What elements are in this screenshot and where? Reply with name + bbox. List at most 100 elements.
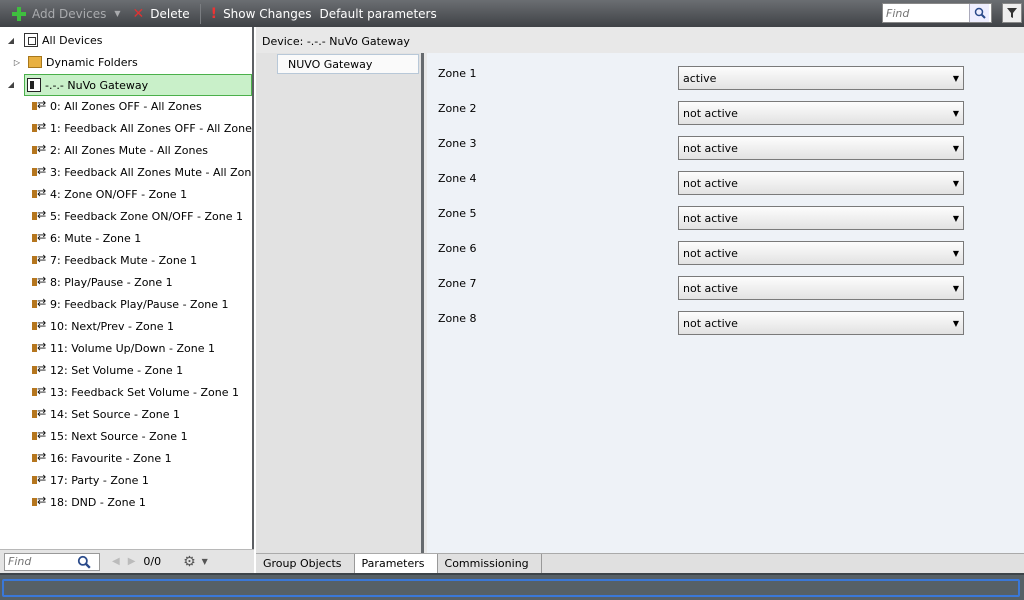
expand-icon[interactable]: ◢	[6, 35, 16, 45]
zone-label: Zone 8	[438, 312, 477, 325]
tree-label: 9: Feedback Play/Pause - Zone 1	[50, 297, 229, 311]
search-icon[interactable]	[77, 555, 91, 569]
tree-item-group-object[interactable]: ⇄ 14: Set Source - Zone 1	[32, 404, 180, 424]
chevron-down-icon: ▼	[952, 74, 959, 83]
chevron-down-icon[interactable]: ▼	[114, 9, 120, 18]
zone-label: Zone 2	[438, 102, 477, 115]
add-devices-button[interactable]: Add Devices ▼	[6, 0, 127, 27]
tree-label: 2: All Zones Mute - All Zones	[50, 143, 208, 157]
default-parameters-label: Default parameters	[319, 6, 437, 21]
tree-item-group-object[interactable]: ⇄ 15: Next Source - Zone 1	[32, 426, 188, 446]
parameter-list: Zone 1 active ▼ Zone 2 not active ▼ Zone 3 not …	[427, 53, 1024, 553]
toolbar-search-input[interactable]	[883, 4, 969, 22]
parameter-pages: NUVO Gateway	[256, 53, 424, 553]
delete-icon: ✕	[132, 5, 145, 22]
tree-item-group-object[interactable]: ⇄ 12: Set Volume - Zone 1	[32, 360, 183, 380]
chevron-down-icon: ▼	[952, 214, 959, 223]
tree-label: 8: Play/Pause - Zone 1	[50, 275, 173, 289]
expand-icon[interactable]: ◢	[6, 79, 16, 89]
tree-label: 13: Feedback Set Volume - Zone 1	[50, 385, 240, 399]
tree-item-group-object[interactable]: ⇄ 16: Favourite - Zone 1	[32, 448, 172, 468]
default-parameters-button[interactable]: Default parameters	[317, 0, 442, 27]
tree-item-group-object[interactable]: ⇄ 4: Zone ON/OFF - Zone 1	[32, 184, 187, 204]
tree-footer: ◀ ▶ 0/0 ⚙ ▼	[0, 549, 254, 573]
filter-icon[interactable]	[1002, 3, 1022, 23]
zone-2-select[interactable]: not active ▼	[678, 101, 964, 125]
add-devices-label: Add Devices	[32, 6, 107, 21]
delete-button[interactable]: ✕ Delete	[127, 0, 196, 27]
group-object-icon: ⇄	[32, 208, 48, 223]
tree-label: 1: Feedback All Zones OFF - All Zones	[50, 121, 254, 135]
tree-item-all-devices[interactable]: ◢ All Devices	[6, 30, 102, 50]
tree-label: -.-.- NuVo Gateway	[45, 78, 149, 92]
exclamation-icon: !	[210, 5, 218, 22]
chevron-down-icon: ▼	[952, 284, 959, 293]
tree-item-group-object[interactable]: ⇄ 11: Volume Up/Down - Zone 1	[32, 338, 215, 358]
tree-item-dynamic-folders[interactable]: ▷ Dynamic Folders	[12, 52, 138, 72]
tree-label: 3: Feedback All Zones Mute - All Zones	[50, 165, 254, 179]
group-object-icon: ⇄	[32, 340, 48, 355]
zone-label: Zone 1	[438, 67, 477, 80]
tree-label: 15: Next Source - Zone 1	[50, 429, 188, 443]
chevron-down-icon[interactable]: ▼	[202, 557, 208, 566]
chevron-down-icon: ▼	[952, 319, 959, 328]
toolbar-separator	[199, 3, 201, 24]
tree-label: 12: Set Volume - Zone 1	[50, 363, 184, 377]
tree-search-input[interactable]	[5, 555, 77, 568]
tree-item-group-object[interactable]: ⇄ 13: Feedback Set Volume - Zone 1	[32, 382, 239, 402]
tab-nuvo-gateway[interactable]: NUVO Gateway	[277, 54, 419, 74]
tree-item-group-object[interactable]: ⇄ 9: Feedback Play/Pause - Zone 1	[32, 294, 229, 314]
tree-item-group-object[interactable]: ⇄ 8: Play/Pause - Zone 1	[32, 272, 173, 292]
tree-item-group-object[interactable]: ⇄ 6: Mute - Zone 1	[32, 228, 141, 248]
tree-item-device-selected[interactable]: -.-.- NuVo Gateway	[24, 74, 252, 96]
tree-item-group-object[interactable]: ⇄ 18: DND - Zone 1	[32, 492, 146, 512]
tree-find-box	[4, 552, 100, 571]
tab-commissioning[interactable]: Commissioning	[438, 554, 542, 573]
zone-6-select[interactable]: not active ▼	[678, 241, 964, 265]
zone-value: not active	[683, 211, 738, 225]
zone-1-select[interactable]: active ▼	[678, 66, 964, 90]
status-bar	[0, 573, 1024, 600]
previous-icon[interactable]: ◀	[112, 556, 120, 567]
tree-label: 6: Mute - Zone 1	[50, 231, 142, 245]
zone-8-select[interactable]: not active ▼	[678, 311, 964, 335]
tab-parameters[interactable]: Parameters	[354, 554, 438, 573]
tree-item-group-object[interactable]: ⇄ 10: Next/Prev - Zone 1	[32, 316, 174, 336]
zone-3-select[interactable]: not active ▼	[678, 136, 964, 160]
zone-value: not active	[683, 176, 738, 190]
tab-group-objects[interactable]: Group Objects	[256, 554, 355, 573]
chevron-down-icon: ▼	[952, 179, 959, 188]
group-object-icon: ⇄	[32, 362, 48, 377]
tree-label: 10: Next/Prev - Zone 1	[50, 319, 174, 333]
zone-4-select[interactable]: not active ▼	[678, 171, 964, 195]
tree-item-group-object[interactable]: ⇄ 17: Party - Zone 1	[32, 470, 149, 490]
tree-item-group-object[interactable]: ⇄ 0: All Zones OFF - All Zones	[32, 96, 202, 116]
zone-7-select[interactable]: not active ▼	[678, 276, 964, 300]
tree-label: 14: Set Source - Zone 1	[50, 407, 181, 421]
group-object-icon: ⇄	[32, 450, 48, 465]
group-object-icon: ⇄	[32, 428, 48, 443]
collapsed-icon[interactable]: ▷	[12, 57, 22, 67]
tree-item-device[interactable]: ◢ -.-.- NuVo Gateway	[6, 74, 252, 96]
gear-icon[interactable]: ⚙	[183, 554, 196, 570]
tree-label: 7: Feedback Mute - Zone 1	[50, 253, 198, 267]
show-changes-label: Show Changes	[223, 6, 312, 21]
tree-item-group-object[interactable]: ⇄ 5: Feedback Zone ON/OFF - Zone 1	[32, 206, 243, 226]
chevron-down-icon: ▼	[952, 249, 959, 258]
tree-item-group-object[interactable]: ⇄ 3: Feedback All Zones Mute - All Zones	[32, 162, 254, 182]
tree-label: 0: All Zones OFF - All Zones	[50, 99, 202, 113]
tree-item-group-object[interactable]: ⇄ 7: Feedback Mute - Zone 1	[32, 250, 197, 270]
zone-value: active	[683, 71, 717, 85]
show-changes-button[interactable]: ! Show Changes	[205, 0, 318, 27]
zone-value: not active	[683, 246, 738, 260]
toolbar-find-box	[882, 3, 992, 23]
tree-item-group-object[interactable]: ⇄ 1: Feedback All Zones OFF - All Zones	[32, 118, 254, 138]
zone-5-select[interactable]: not active ▼	[678, 206, 964, 230]
tree-item-group-object[interactable]: ⇄ 2: All Zones Mute - All Zones	[32, 140, 208, 160]
group-object-icon: ⇄	[32, 186, 48, 201]
device-tree-panel: ◢ All Devices ▷ Dynamic Folders ◢ -.-.- …	[0, 27, 254, 549]
next-icon[interactable]: ▶	[128, 556, 136, 567]
tree-label: 5: Feedback Zone ON/OFF - Zone 1	[50, 209, 243, 223]
search-icon[interactable]	[969, 4, 989, 22]
all-devices-icon	[24, 33, 38, 47]
